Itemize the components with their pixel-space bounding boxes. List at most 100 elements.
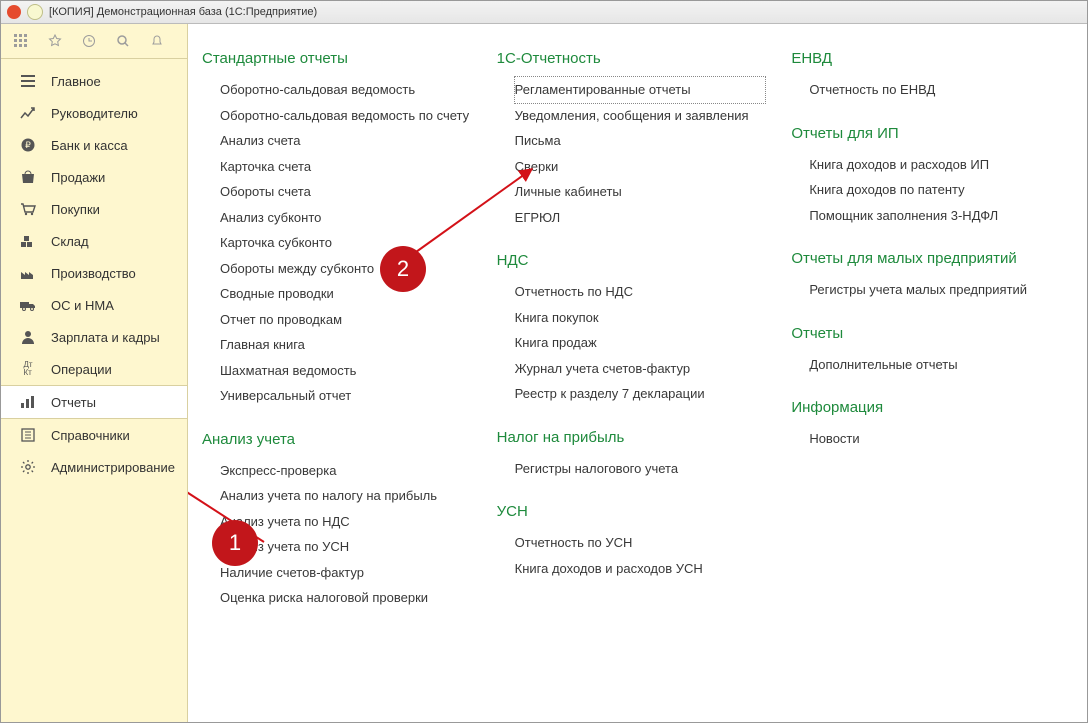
report-link[interactable]: Анализ субконто bbox=[220, 205, 471, 231]
report-link[interactable]: Помощник заполнения 3-НДФЛ bbox=[809, 203, 1051, 229]
sidebar-label: Производство bbox=[51, 266, 136, 281]
report-link[interactable]: Книга покупок bbox=[515, 305, 766, 331]
window-button-icon[interactable] bbox=[27, 4, 43, 20]
report-link[interactable]: Карточка счета bbox=[220, 154, 471, 180]
sidebar-item-12[interactable]: Администрирование bbox=[1, 451, 187, 483]
sidebar-label: Справочники bbox=[51, 428, 130, 443]
report-link[interactable]: Экспресс-проверка bbox=[220, 458, 471, 484]
report-link[interactable]: Регистры учета малых предприятий bbox=[809, 277, 1051, 303]
section-title[interactable]: Стандартные отчеты bbox=[202, 50, 471, 67]
sidebar-item-6[interactable]: Производство bbox=[1, 257, 187, 289]
section: УСН Отчетность по УСНКнига доходов и расх… bbox=[497, 503, 766, 581]
report-link[interactable]: Сверки bbox=[515, 154, 766, 180]
report-link[interactable]: Оборотно-сальдовая ведомость bbox=[220, 77, 471, 103]
person-icon bbox=[19, 329, 37, 345]
sidebar-item-1[interactable]: Руководителю bbox=[1, 97, 187, 129]
report-link[interactable]: Книга продаж bbox=[515, 330, 766, 356]
report-link[interactable]: Отчетность по УСН bbox=[515, 530, 766, 556]
report-link[interactable]: Письма bbox=[515, 128, 766, 154]
bag-icon bbox=[19, 169, 37, 185]
content-area: Стандартные отчеты Оборотно-сальдовая вед… bbox=[188, 24, 1087, 722]
sidebar-toolbar bbox=[1, 24, 187, 59]
section: Информация Новости bbox=[791, 399, 1051, 452]
sidebar-label: Руководителю bbox=[51, 106, 138, 121]
sidebar-item-4[interactable]: Покупки bbox=[1, 193, 187, 225]
sidebar-label: Отчеты bbox=[51, 395, 96, 410]
truck-icon bbox=[19, 297, 37, 313]
sidebar-item-3[interactable]: Продажи bbox=[1, 161, 187, 193]
sidebar-label: Операции bbox=[51, 362, 112, 377]
section-title[interactable]: 1С-Отчетность bbox=[497, 50, 766, 67]
report-link[interactable]: Анализ учета по НДС bbox=[220, 509, 471, 535]
report-link[interactable]: Новости bbox=[809, 426, 1051, 452]
report-link[interactable]: Шахматная ведомость bbox=[220, 358, 471, 384]
factory-icon bbox=[19, 265, 37, 281]
report-link[interactable]: Книга доходов и расходов УСН bbox=[515, 556, 766, 582]
sidebar-label: Главное bbox=[51, 74, 101, 89]
section: ЕНВД Отчетность по ЕНВД bbox=[791, 50, 1051, 103]
report-link[interactable]: Анализ счета bbox=[220, 128, 471, 154]
section-title[interactable]: Информация bbox=[791, 399, 1051, 416]
svg-text:₽: ₽ bbox=[25, 140, 31, 150]
annotation-2: 2 bbox=[380, 246, 426, 292]
report-link[interactable]: Оборотно-сальдовая ведомость по счету bbox=[220, 103, 471, 129]
sidebar-item-2[interactable]: ₽ Банк и касса bbox=[1, 129, 187, 161]
report-link[interactable]: Обороты счета bbox=[220, 179, 471, 205]
report-link[interactable]: Карточка субконто bbox=[220, 230, 471, 256]
report-link[interactable]: Отчетность по ЕНВД bbox=[809, 77, 1051, 103]
report-link[interactable]: Обороты между субконто bbox=[220, 256, 471, 282]
sidebar-item-5[interactable]: Склад bbox=[1, 225, 187, 257]
sidebar-item-8[interactable]: Зарплата и кадры bbox=[1, 321, 187, 353]
section-title[interactable]: Отчеты для малых предприятий bbox=[791, 250, 1051, 267]
report-link[interactable]: ЕГРЮЛ bbox=[515, 205, 766, 231]
bars-icon bbox=[19, 394, 37, 410]
report-link[interactable]: Журнал учета счетов-фактур bbox=[515, 356, 766, 382]
bell-icon[interactable] bbox=[149, 33, 165, 49]
section-title[interactable]: ЕНВД bbox=[791, 50, 1051, 67]
menu-icon bbox=[19, 73, 37, 89]
sidebar-label: Продажи bbox=[51, 170, 105, 185]
section-title[interactable]: Анализ учета bbox=[202, 431, 471, 448]
report-link[interactable]: Книга доходов и расходов ИП bbox=[809, 152, 1051, 178]
search-icon[interactable] bbox=[115, 33, 131, 49]
gear-icon bbox=[19, 459, 37, 475]
report-link[interactable]: Книга доходов по патенту bbox=[809, 177, 1051, 203]
sidebar-label: Зарплата и кадры bbox=[51, 330, 160, 345]
section: 1С-Отчетность Регламентированные отчетыУв… bbox=[497, 50, 766, 230]
app-window: [КОПИЯ] Демонстрационная база (1С:Предпр… bbox=[0, 0, 1088, 723]
section-title[interactable]: Налог на прибыль bbox=[497, 429, 766, 446]
sidebar-item-11[interactable]: Справочники bbox=[1, 419, 187, 451]
report-link[interactable]: Отчет по проводкам bbox=[220, 307, 471, 333]
sidebar-item-0[interactable]: Главное bbox=[1, 65, 187, 97]
report-link[interactable]: Регламентированные отчеты bbox=[515, 77, 766, 103]
report-link[interactable]: Оценка риска налоговой проверки bbox=[220, 585, 471, 611]
report-link[interactable]: Реестр к разделу 7 декларации bbox=[515, 381, 766, 407]
sidebar-label: Администрирование bbox=[51, 460, 175, 475]
sidebar-item-10[interactable]: Отчеты bbox=[1, 385, 187, 419]
sidebar-item-7[interactable]: ОС и НМА bbox=[1, 289, 187, 321]
report-link[interactable]: Отчетность по НДС bbox=[515, 279, 766, 305]
sidebar-label: ОС и НМА bbox=[51, 298, 114, 313]
report-link[interactable]: Регистры налогового учета bbox=[515, 456, 766, 482]
report-link[interactable]: Уведомления, сообщения и заявления bbox=[515, 103, 766, 129]
annotation-1: 1 bbox=[212, 520, 258, 566]
section-title[interactable]: Отчеты bbox=[791, 325, 1051, 342]
sidebar-label: Банк и касса bbox=[51, 138, 128, 153]
star-icon[interactable] bbox=[47, 33, 63, 49]
report-link[interactable]: Главная книга bbox=[220, 332, 471, 358]
sidebar-label: Покупки bbox=[51, 202, 100, 217]
section-title[interactable]: НДС bbox=[497, 252, 766, 269]
report-link[interactable]: Анализ учета по налогу на прибыль bbox=[220, 483, 471, 509]
section-title[interactable]: УСН bbox=[497, 503, 766, 520]
history-icon[interactable] bbox=[81, 33, 97, 49]
report-link[interactable]: Дополнительные отчеты bbox=[809, 352, 1051, 378]
report-link[interactable]: Сводные проводки bbox=[220, 281, 471, 307]
app-logo-icon bbox=[7, 5, 21, 19]
report-link[interactable]: Наличие счетов-фактур bbox=[220, 560, 471, 586]
sidebar-item-9[interactable]: ДтКтОперации bbox=[1, 353, 187, 385]
apps-icon[interactable] bbox=[13, 33, 29, 49]
report-link[interactable]: Личные кабинеты bbox=[515, 179, 766, 205]
report-link[interactable]: Универсальный отчет bbox=[220, 383, 471, 409]
sidebar: Главное Руководителю ₽ Банк и касса Продажи П… bbox=[1, 24, 188, 722]
section-title[interactable]: Отчеты для ИП bbox=[791, 125, 1051, 142]
